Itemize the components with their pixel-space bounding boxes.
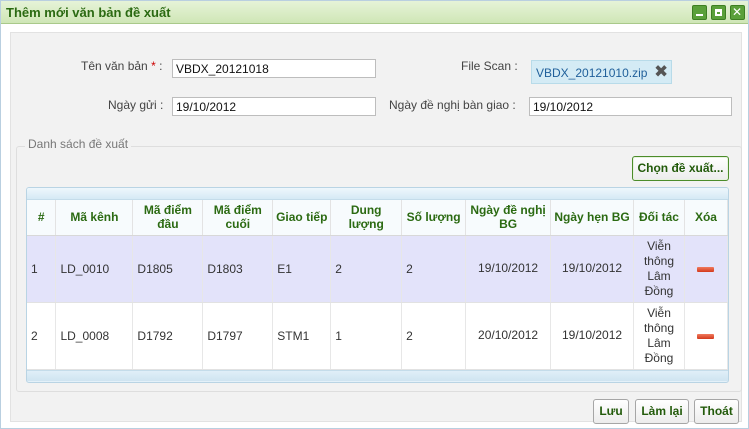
channel-code: LD_0008	[55, 302, 134, 370]
dialog-window: Thêm mới văn bản đề xuất ✕ Tên văn bản *…	[0, 0, 749, 429]
channel-code: LD_0010	[55, 235, 134, 303]
table-row[interactable]: 1 LD_0010 D1805 D1803 E1 2 2 19/10/2012 …	[27, 235, 728, 303]
row-number: 2	[27, 302, 57, 370]
column-header[interactable]: Mã điểm cuối	[202, 200, 274, 236]
save-button[interactable]: Lưu	[593, 399, 629, 424]
title-bar[interactable]: Thêm mới văn bản đề xuất ✕	[1, 1, 748, 24]
handover-date-label: Ngày đề nghị bàn giao :	[389, 98, 516, 112]
end-point-code: D1797	[202, 302, 274, 370]
maximize-icon	[715, 9, 722, 16]
name-label: Tên văn bản * :	[81, 59, 162, 73]
delete-row-icon[interactable]	[697, 267, 715, 272]
close-icon: ✕	[732, 5, 743, 19]
start-point-code: D1805	[132, 235, 204, 303]
column-header[interactable]: Ngày đề nghị BG	[465, 200, 552, 236]
partner: Viễn thông Lâm Đồng	[633, 235, 685, 303]
name-label-text: Tên văn bản	[81, 59, 148, 73]
window-title: Thêm mới văn bản đề xuất	[6, 5, 171, 20]
appointment-date: 19/10/2012	[550, 235, 634, 303]
column-header[interactable]: Số lượng	[401, 200, 467, 236]
grid-footer-bar	[27, 369, 728, 381]
quantity: 2	[401, 235, 467, 303]
delete-cell	[684, 235, 728, 303]
appointment-date: 19/10/2012	[550, 302, 634, 370]
capacity: 2	[330, 235, 403, 303]
name-label-colon: :	[159, 59, 163, 73]
start-point-code: D1792	[132, 302, 204, 370]
file-attachment: VBDX_20121010.zip ✖	[531, 60, 672, 84]
required-mark: *	[151, 59, 156, 73]
minimize-button[interactable]	[692, 5, 707, 20]
name-input[interactable]	[172, 59, 376, 78]
reset-button[interactable]: Làm lại	[635, 399, 689, 424]
table-row[interactable]: 2 LD_0008 D1792 D1797 STM1 1 2 20/10/201…	[27, 302, 728, 370]
column-header[interactable]: #	[27, 200, 57, 236]
close-button[interactable]: ✕	[730, 5, 745, 20]
sent-date-label: Ngày gửi :	[108, 98, 164, 112]
end-point-code: D1803	[202, 235, 274, 303]
grid-header-bar	[27, 188, 728, 200]
column-header[interactable]: Ngày hẹn BG	[550, 200, 634, 236]
interface: STM1	[272, 302, 332, 370]
interface: E1	[272, 235, 332, 303]
delete-row-icon[interactable]	[697, 334, 715, 339]
column-header[interactable]: Xóa	[684, 200, 728, 236]
delete-cell	[684, 302, 728, 370]
column-header[interactable]: Mã kênh	[55, 200, 134, 236]
maximize-button[interactable]	[711, 5, 726, 20]
handover-date-input[interactable]	[529, 97, 732, 116]
exit-button[interactable]: Thoát	[694, 399, 739, 424]
column-header[interactable]: Giao tiếp	[272, 200, 332, 236]
row-number: 1	[27, 235, 57, 303]
capacity: 1	[330, 302, 403, 370]
table-header-row: # Mã kênh Mã điểm đầu Mã điểm cuối Giao …	[27, 200, 728, 236]
remove-file-icon[interactable]: ✖	[654, 62, 668, 82]
file-name[interactable]: VBDX_20121010.zip	[536, 66, 647, 80]
requested-handover-date: 20/10/2012	[465, 302, 552, 370]
proposal-list-legend: Danh sách đề xuất	[25, 137, 132, 151]
column-header[interactable]: Mã điểm đầu	[132, 200, 204, 236]
sent-date-input[interactable]	[172, 97, 376, 116]
proposal-grid: # Mã kênh Mã điểm đầu Mã điểm cuối Giao …	[26, 187, 729, 383]
requested-handover-date: 19/10/2012	[465, 235, 552, 303]
proposal-table: # Mã kênh Mã điểm đầu Mã điểm cuối Giao …	[27, 200, 728, 370]
quantity: 2	[401, 302, 467, 370]
partner: Viễn thông Lâm Đồng	[633, 302, 685, 370]
column-header[interactable]: Đối tác	[633, 200, 685, 236]
choose-proposal-button[interactable]: Chọn đề xuất...	[632, 156, 729, 181]
column-header[interactable]: Dung lượng	[330, 200, 403, 236]
file-scan-label: File Scan :	[461, 59, 518, 73]
minimize-icon	[696, 14, 703, 16]
